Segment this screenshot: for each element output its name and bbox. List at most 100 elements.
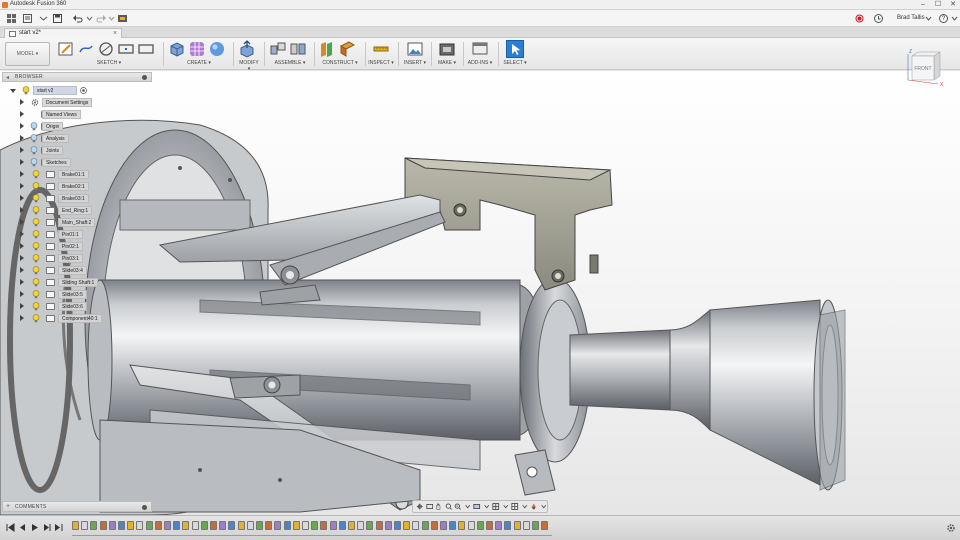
- chevron-down-icon[interactable]: [502, 502, 510, 511]
- document-tab[interactable]: start v2* ×: [4, 28, 122, 38]
- browser-node-label[interactable]: Main_Shaft:2: [58, 218, 96, 227]
- timeline-feature-icon[interactable]: [274, 521, 282, 530]
- browser-node-label[interactable]: Joints: [42, 146, 64, 155]
- timeline-feature-icon[interactable]: [513, 521, 521, 530]
- timeline-feature-icon[interactable]: [394, 521, 401, 530]
- browser-node-label[interactable]: Brake03:1: [58, 194, 89, 203]
- assemble-group-label[interactable]: ASSEMBLE ▾: [269, 60, 311, 66]
- select-group[interactable]: SELECT ▾: [501, 40, 529, 68]
- timeline-feature-icon[interactable]: [200, 521, 208, 530]
- browser-node[interactable]: Brake01:1: [0, 169, 110, 180]
- chevron-down-icon[interactable]: [521, 502, 529, 511]
- measure-icon[interactable]: [372, 40, 390, 58]
- 3d-model-assembly[interactable]: [0, 71, 960, 515]
- close-window-button[interactable]: ✕: [946, 0, 960, 10]
- timeline-feature-icon[interactable]: [164, 521, 171, 530]
- timeline-feature-icon[interactable]: [458, 521, 466, 530]
- record-icon[interactable]: [854, 13, 865, 24]
- timeline-feature-icon[interactable]: [228, 521, 236, 530]
- make-group-label[interactable]: MAKE ▾: [434, 60, 460, 66]
- render-icon[interactable]: [117, 13, 128, 24]
- timeline-feature-icon[interactable]: [302, 521, 309, 530]
- job-status-icon[interactable]: [873, 13, 884, 24]
- visibility-bulb-icon[interactable]: [32, 254, 40, 263]
- joint-icon[interactable]: [289, 40, 307, 58]
- save-icon[interactable]: [52, 13, 63, 24]
- timeline-feature-icon[interactable]: [182, 521, 190, 530]
- minimize-button[interactable]: –: [916, 0, 930, 10]
- help-icon[interactable]: ?: [939, 14, 948, 23]
- timeline-start-icon[interactable]: [6, 523, 15, 532]
- inspect-group-label[interactable]: INSPECT ▾: [368, 60, 394, 66]
- timeline-feature-icon[interactable]: [256, 521, 263, 530]
- timeline-feature-icon[interactable]: [154, 521, 162, 530]
- expand-icon[interactable]: [20, 207, 24, 213]
- browser-node[interactable]: Named Views: [0, 109, 110, 120]
- expand-icon[interactable]: [20, 159, 24, 165]
- visibility-bulb-icon[interactable]: [32, 182, 40, 191]
- timeline-feature-icon[interactable]: [495, 521, 503, 530]
- visibility-bulb-icon[interactable]: [32, 218, 40, 227]
- workspace-switcher[interactable]: MODEL ▾: [5, 42, 50, 66]
- timeline-feature-icon[interactable]: [320, 521, 328, 530]
- visibility-bulb-icon[interactable]: [32, 230, 40, 239]
- timeline-feature-icon[interactable]: [283, 521, 291, 530]
- close-tab-icon[interactable]: ×: [113, 29, 117, 38]
- browser-pin-icon[interactable]: [142, 75, 147, 80]
- expand-icon[interactable]: [20, 99, 24, 105]
- display-settings-icon[interactable]: [473, 502, 481, 511]
- browser-node-label[interactable]: Analysis: [42, 134, 69, 143]
- browser-panel-header[interactable]: ◂ BROWSER: [2, 72, 152, 82]
- add-ins-group-label[interactable]: ADD-INS ▾: [465, 60, 495, 66]
- undo-dropdown-icon[interactable]: [84, 13, 95, 24]
- visibility-bulb-icon[interactable]: [30, 134, 38, 143]
- user-name[interactable]: Brad Tallis: [897, 13, 925, 24]
- chevron-down-icon[interactable]: [483, 502, 491, 511]
- expand-icon[interactable]: [20, 219, 24, 225]
- browser-node[interactable]: Pin02:1: [0, 241, 110, 252]
- browser-node[interactable]: Component40:1: [0, 313, 110, 324]
- orbit-icon[interactable]: [416, 502, 424, 511]
- visibility-bulb-icon[interactable]: [32, 206, 40, 215]
- select-icon[interactable]: [506, 40, 524, 58]
- timeline-end-icon[interactable]: [54, 523, 63, 532]
- browser-node[interactable]: Main_Shaft:2: [0, 217, 110, 228]
- construct-group-label[interactable]: CONSTRUCT ▾: [318, 60, 362, 66]
- timeline-feature-icon[interactable]: [384, 521, 392, 530]
- visibility-bulb-icon[interactable]: [32, 278, 40, 287]
- timeline-feature-icon[interactable]: [99, 521, 107, 530]
- visibility-bulb-icon[interactable]: [30, 158, 38, 167]
- browser-node-label[interactable]: Slide03:6: [58, 302, 87, 311]
- browser-node[interactable]: Origin: [0, 121, 110, 132]
- browser-root-label[interactable]: start v2: [33, 86, 77, 95]
- expand-icon[interactable]: [20, 195, 24, 201]
- timeline-feature-icon[interactable]: [246, 521, 254, 530]
- timeline-feature-icon[interactable]: [366, 521, 374, 530]
- effects-icon[interactable]: [530, 502, 538, 511]
- browser-node[interactable]: Slide03:4: [0, 265, 110, 276]
- timeline-feature-icon[interactable]: [440, 521, 447, 530]
- browser-node[interactable]: Sliding Shaft:1: [0, 277, 110, 288]
- browser-node-label[interactable]: Document Settings: [42, 98, 93, 107]
- insert-image-icon[interactable]: [406, 40, 424, 58]
- browser-node[interactable]: Slide03:5: [0, 289, 110, 300]
- insert-group[interactable]: INSERT ▾: [402, 40, 428, 68]
- browser-node[interactable]: End_Ring:1: [0, 205, 110, 216]
- browser-node[interactable]: Joints: [0, 145, 110, 156]
- circle-icon[interactable]: [97, 40, 115, 58]
- zoom-icon[interactable]: [445, 502, 453, 511]
- inspect-group[interactable]: INSPECT ▾: [368, 40, 394, 68]
- timeline-feature-icon[interactable]: [136, 521, 144, 530]
- browser-node[interactable]: Pin03:1: [0, 253, 110, 264]
- chevron-down-icon[interactable]: [464, 502, 472, 511]
- browser-node[interactable]: Brake02:1: [0, 181, 110, 192]
- timeline-back-icon[interactable]: [18, 523, 27, 532]
- timeline-feature-icon[interactable]: [338, 521, 346, 530]
- expand-icon[interactable]: [20, 171, 24, 177]
- browser-node[interactable]: Sketches: [0, 157, 110, 168]
- new-component-icon[interactable]: [269, 40, 287, 58]
- expand-icon[interactable]: [20, 267, 24, 273]
- comments-pin-icon[interactable]: [142, 505, 147, 510]
- browser-node-label[interactable]: Brake02:1: [58, 182, 89, 191]
- timeline-feature-icon[interactable]: [173, 521, 181, 530]
